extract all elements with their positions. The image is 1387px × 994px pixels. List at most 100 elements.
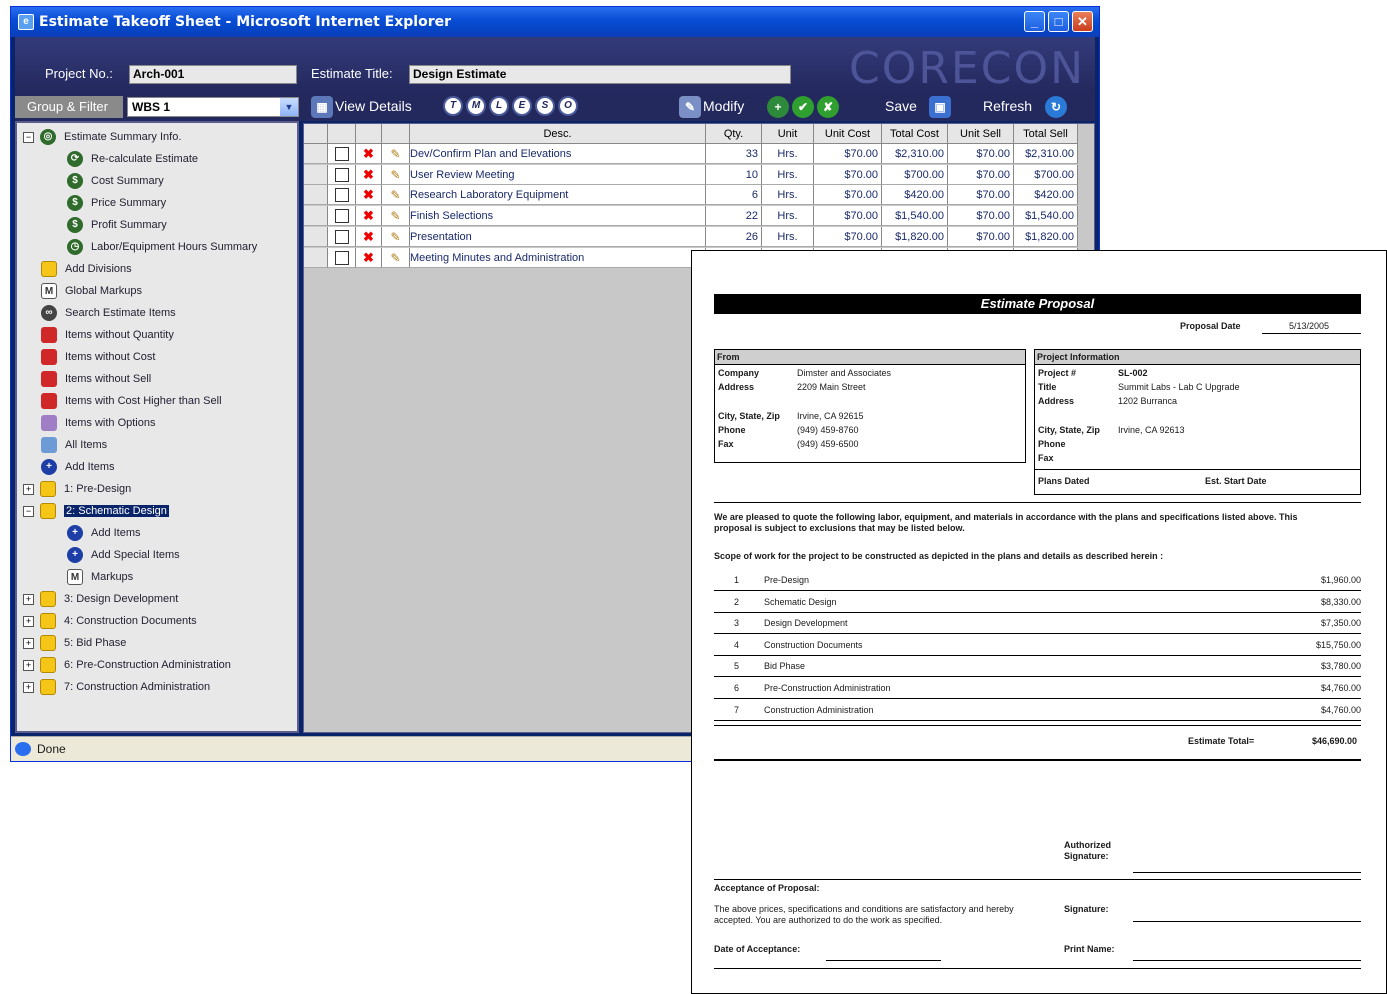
from-address-label: Address [718,382,755,392]
tree-item-cost-higher[interactable]: Items with Cost Higher than Sell [41,391,222,411]
delete-icon[interactable]: ✖ [363,167,374,182]
grid-header-unit[interactable]: Unit [762,124,814,144]
expand-icon[interactable]: + [23,615,34,627]
tree-item-profit-summary[interactable]: $ Profit Summary [67,215,167,235]
tree-item-no-sell[interactable]: Items without Sell [41,369,151,389]
tree-item-schematic-design[interactable]: −2: Schematic Design [23,501,169,521]
collapse-icon[interactable]: − [23,131,34,143]
start-date-label: Est. Start Date [1205,476,1267,486]
check-delete-icon[interactable]: ✘ [817,96,839,118]
delete-icon[interactable]: ✖ [363,229,374,244]
collapse-icon[interactable]: − [23,505,34,517]
save-icon[interactable]: ▣ [929,96,951,118]
tree-item-sd-add-special[interactable]: + Add Special Items [67,545,180,565]
row-checkbox[interactable] [334,167,349,182]
tree-item-hours-summary[interactable]: ◷ Labor/Equipment Hours Summary [67,237,257,257]
expand-icon[interactable]: + [23,593,34,605]
save-button[interactable]: Save [885,98,917,114]
grid-header-desc[interactable]: Desc. [410,124,706,144]
pencil-icon[interactable]: ✎ [390,188,400,202]
tree-item-cost-summary[interactable]: $ Cost Summary [67,171,164,191]
expand-icon[interactable]: + [23,681,34,693]
pencil-icon[interactable]: ✎ [390,168,400,182]
grid-header-qty[interactable]: Qty. [706,124,762,144]
row-checkbox[interactable] [334,209,349,224]
tree-item-add-divisions[interactable]: Add Divisions [41,259,132,279]
tree-item-add-items[interactable]: + Add Items [41,457,115,477]
tree-item-with-options[interactable]: Items with Options [41,413,155,433]
cell-total-sell: $420.00 [1014,185,1078,206]
pencil-icon[interactable]: ✎ [390,209,400,223]
tree-item-sd-markups[interactable]: M Markups [67,567,133,587]
tree-item-price-summary[interactable]: $ Price Summary [67,193,166,213]
row-edit-cell: ✎ [382,206,410,227]
project-no-field[interactable]: Arch-001 [129,65,297,84]
wbs-select[interactable]: WBS 1 ▼ [127,97,299,117]
filter-t-button[interactable]: T [443,96,463,116]
grid-header-total-cost[interactable]: Total Cost [882,124,948,144]
checkmark-icon[interactable]: ✔ [792,96,814,118]
grid-header-unit-cost[interactable]: Unit Cost [814,124,882,144]
filter-m-button[interactable]: M [466,96,486,116]
row-checkbox[interactable] [334,147,349,162]
row-checkbox[interactable] [334,188,349,203]
cell-desc: Finish Selections [410,206,706,227]
tree-item-pre-design[interactable]: +1: Pre-Design [23,479,131,499]
grid-header-unit-sell[interactable]: Unit Sell [948,124,1014,144]
tree-item-recalculate[interactable]: ⟳ Re-calculate Estimate [67,149,198,169]
close-button[interactable]: ✕ [1072,11,1093,32]
view-details-icon[interactable]: ▦ [311,96,333,118]
filter-e-button[interactable]: E [512,96,532,116]
pencil-icon[interactable]: ✎ [390,147,400,161]
scope-item-number: 2 [734,596,740,607]
tree-item-no-quantity[interactable]: Items without Quantity [41,325,174,345]
modify-button[interactable]: Modify [703,98,744,114]
tree-item-bid-phase[interactable]: +5: Bid Phase [23,633,126,653]
expand-icon[interactable]: + [23,659,34,671]
tree-item-global-markups[interactable]: M Global Markups [41,281,142,301]
row-select-cell [328,144,356,164]
proposal-date: 5/13/2005 [1289,321,1330,331]
estimate-total-label: Estimate Total= [1188,736,1255,746]
expand-icon[interactable]: + [23,483,34,495]
tree-item-estimate-summary[interactable]: − ◎ Estimate Summary Info. [23,127,181,147]
grid-header-total-sell[interactable]: Total Sell [1014,124,1078,144]
tree-item-pre-construction-admin[interactable]: +6: Pre-Construction Administration [23,655,231,675]
tree-item-construction-documents[interactable]: +4: Construction Documents [23,611,197,631]
row-checkbox[interactable] [334,250,349,265]
pencil-icon[interactable]: ✎ [390,230,400,244]
date-of-acceptance-label: Date of Acceptance: [714,944,801,954]
cell-total-cost: $700.00 [882,164,948,185]
tree-item-design-development[interactable]: +3: Design Development [23,589,178,609]
scope-item: 2 Schematic Design $8,330.00 [714,591,1361,613]
cell-desc: Dev/Confirm Plan and Elevations [410,144,706,164]
delete-icon[interactable]: ✖ [363,208,374,223]
refresh-button[interactable]: Refresh [983,98,1032,114]
chevron-down-icon[interactable]: ▼ [280,98,298,116]
expand-icon[interactable]: + [23,637,34,649]
add-globe-icon[interactable]: + [767,96,789,118]
grid-header-delete [356,124,382,144]
tree-item-search-items[interactable]: ∞ Search Estimate Items [41,303,176,323]
view-details-button[interactable]: View Details [335,98,412,114]
refresh-icon[interactable]: ↻ [1045,96,1067,118]
maximize-button[interactable]: □ [1048,11,1069,32]
modify-icon[interactable]: ✎ [679,96,701,118]
filter-l-button[interactable]: L [489,96,509,116]
binoculars-icon: ∞ [41,305,57,322]
filter-o-button[interactable]: O [558,96,578,116]
delete-icon[interactable]: ✖ [363,187,374,202]
tree-item-no-cost[interactable]: Items without Cost [41,347,155,367]
cell-desc: Presentation [410,226,706,247]
delete-icon[interactable]: ✖ [363,250,374,265]
delete-icon[interactable]: ✖ [363,146,374,161]
filter-s-button[interactable]: S [535,96,555,116]
estimate-title-field[interactable]: Design Estimate [409,65,791,84]
row-checkbox[interactable] [334,229,349,244]
minimize-button[interactable]: _ [1024,11,1045,32]
plus-icon: + [67,547,83,564]
pencil-icon[interactable]: ✎ [390,251,400,265]
tree-item-sd-add-items[interactable]: + Add Items [67,523,141,543]
tree-item-all-items[interactable]: All Items [41,435,107,455]
tree-item-construction-admin[interactable]: +7: Construction Administration [23,677,210,697]
